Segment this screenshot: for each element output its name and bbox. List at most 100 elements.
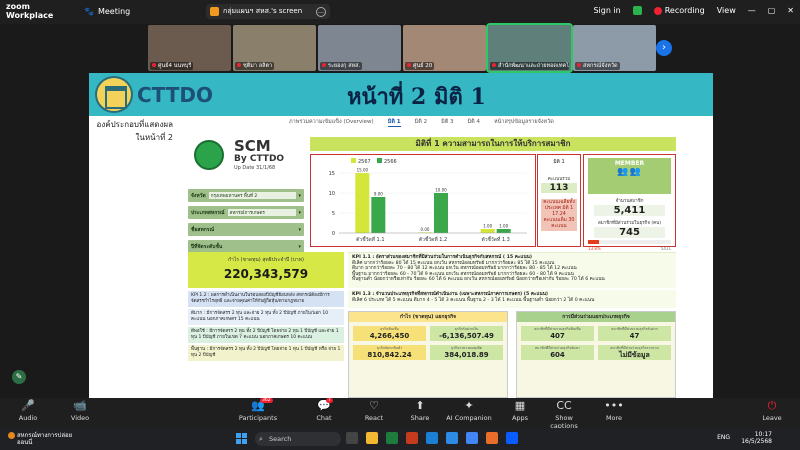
close-icon[interactable]: ✕ xyxy=(787,6,794,15)
participation-cell: สมาชิกที่มีส่วนร่วมธุรกิจรวบรวม ไม่มีข้อม… xyxy=(598,345,671,360)
kpi-average-label: คะแนนเฉลี่ยทั้งประเทศ มิติ 1 xyxy=(543,200,575,211)
weather-line-2: ออนนี่ xyxy=(17,439,33,446)
participant-tile[interactable]: ระยองกุ สหส. xyxy=(318,25,401,71)
participation-cell: สมาชิกที่มีส่วนร่วมธุรกิจจัดหา 604 xyxy=(521,345,594,360)
dashboard-tab[interactable]: มิติ 4 xyxy=(468,118,480,127)
shield-icon[interactable] xyxy=(632,6,642,15)
minimize-icon[interactable]: — xyxy=(748,6,756,15)
store-icon[interactable] xyxy=(446,432,458,444)
dashboard-tab[interactable]: มิติ 1 xyxy=(387,118,401,127)
audio-button[interactable]: 🎤 Audio xyxy=(8,398,48,428)
apps-button[interactable]: ▦ Apps xyxy=(500,398,540,428)
kpi-1-2-item: ดีพอใช้ : มีการจัดสรร 2 ทุน ทั้ง 2 ปีบัญ… xyxy=(188,327,344,343)
dashboard-tabs: ภาพรวมความเข้มแข็ง (Overview) มิติ 1 มิติ … xyxy=(289,118,554,127)
dashboard-tab[interactable]: ภาพรวมความเข้มแข็ง (Overview) xyxy=(289,118,374,127)
bar-value-label: 10.00 xyxy=(435,188,447,193)
share-source-pill[interactable]: กลุ่มแผนฯ สหส.'s screen … xyxy=(206,4,330,19)
more-button[interactable]: ••• More xyxy=(594,398,634,428)
kpi-1-1-panel: KPI 1.1 : อัตราส่วนของสมาชิกที่มีส่วนร่ว… xyxy=(348,252,676,288)
toolbar-label: Share xyxy=(410,414,430,422)
participant-name: ศูนย์4 นนทบุรี xyxy=(150,62,194,70)
task-view-icon[interactable] xyxy=(346,432,358,444)
taskbar-apps xyxy=(346,432,518,444)
filter-province[interactable]: จังหวัด กรุงเทพมหานคร พื้นที่ 2 ▾ xyxy=(188,189,304,202)
annotate-icon[interactable]: ✎ xyxy=(12,370,26,384)
member-percent: 13.8% xyxy=(588,246,601,251)
bar-2567 xyxy=(355,173,370,233)
filter-coop-type[interactable]: ประเภทสหกรณ์ สหกรณ์การเกษตร ▾ xyxy=(188,206,304,219)
dashboard-tab[interactable]: หน้าสรุปข้อมูลรายจังหวัด xyxy=(494,118,554,127)
chrome-icon[interactable] xyxy=(466,432,478,444)
zoom-taskbar-icon[interactable] xyxy=(506,432,518,444)
video-button[interactable]: 📹 Video xyxy=(60,398,100,428)
bar-value-label: 9.00 xyxy=(374,192,383,197)
zoom-logo: zoom Workplace xyxy=(6,2,53,20)
system-clock[interactable]: 10:17 16/5/2568 xyxy=(741,431,772,445)
x-tick-label: ตัวชี้วัดที่ 1.3 xyxy=(481,234,509,243)
participant-tile[interactable]: ศูนย์4 นนทบุรี xyxy=(148,25,231,71)
more-options-icon[interactable]: … xyxy=(316,6,326,17)
participant-name-text: ศูนย์ 20 xyxy=(413,63,433,69)
scm-header: SCM By CTTDO Up Date 31/1/68 xyxy=(190,137,304,177)
recording-indicator[interactable]: Recording xyxy=(653,6,705,15)
language-indicator[interactable]: ENG xyxy=(717,434,730,441)
excel-icon[interactable] xyxy=(386,432,398,444)
meeting-menu[interactable]: 🐾 Meeting xyxy=(84,7,130,16)
maximize-icon[interactable]: ▢ xyxy=(768,6,776,15)
participant-tile[interactable]: สำนักพัฒนาและถ่ายทอดเทคโนฯ xyxy=(486,23,573,73)
filter-coop-name[interactable]: ชื่อสหกรณ์ ▾ xyxy=(188,223,304,236)
filter-label: จังหวัด xyxy=(191,192,206,199)
chat-button[interactable]: 💬 7 Chat xyxy=(304,398,344,428)
x-tick-label: ตัวชี้วัดที่ 1.1 xyxy=(356,234,384,243)
cttdo-brand: CTTDO xyxy=(137,83,214,107)
share-source-label: กลุ่มแผนฯ สหส.'s screen xyxy=(223,7,303,15)
kpi-score-label: คะแนนรวม xyxy=(547,177,571,182)
cell-value: 384,018.89 xyxy=(444,351,489,359)
taskbar-search[interactable]: Search xyxy=(255,432,341,446)
weather-widget[interactable]: สหกรณ์ทางการปล่อย ออนนี่ xyxy=(8,432,72,446)
member-total-value: 5,411 xyxy=(594,205,665,216)
bar-2566 xyxy=(434,193,448,233)
member-active-value: 745 xyxy=(594,227,665,238)
filter-label: ประเภทสหกรณ์ xyxy=(191,209,225,216)
participants-button[interactable]: 👥 362 Participants xyxy=(238,398,278,428)
audio-icon: 🎤 xyxy=(21,399,35,412)
show-captions-button[interactable]: CC Show captions xyxy=(544,398,584,430)
kpi-label: มิติ 1 xyxy=(553,159,565,165)
count-badge: 362 xyxy=(260,398,273,403)
cttdo-logo-icon xyxy=(95,76,133,113)
bar-2567 xyxy=(480,229,495,233)
mic-muted-icon xyxy=(492,63,496,67)
kpi-score-value: 113 xyxy=(541,183,577,193)
edge-icon[interactable] xyxy=(426,432,438,444)
member-active-label: สมาชิกที่มีส่วนร่วมในธุรกิจ (คน) xyxy=(597,221,662,226)
react-button[interactable]: ♡ React xyxy=(354,398,394,428)
next-page-button[interactable]: › xyxy=(656,40,672,56)
file-explorer-icon[interactable] xyxy=(366,432,378,444)
participant-name: สหกรณ์จังหวัด xyxy=(575,62,620,70)
sign-in-link[interactable]: Sign in xyxy=(593,6,620,15)
dashboard-tab[interactable]: มิติ 3 xyxy=(441,118,453,127)
ai-companion-button[interactable]: ✦ AI Companion xyxy=(444,398,494,428)
participant-tile[interactable]: ชุติมา ลลิตา xyxy=(233,25,316,71)
toolbar-label: More xyxy=(605,414,623,422)
kpi-1-3-panel: KPI 1.3 : จำนวนประเภทธุรกิจที่สหกรณ์ดำเน… xyxy=(348,290,676,308)
participant-tile[interactable]: สหกรณ์จังหวัด xyxy=(573,25,656,71)
kpi-1-2-item: ดีมาก : มีการจัดสรร 2 ทุน และจ่าย 2 ทุน … xyxy=(188,309,344,325)
member-progress xyxy=(588,240,671,244)
leave-button[interactable]: ⏻ Leave xyxy=(752,398,792,428)
participant-tile[interactable]: ศูนย์ 20 xyxy=(403,25,486,71)
office-icon[interactable] xyxy=(406,432,418,444)
windows-start-icon[interactable] xyxy=(236,433,248,445)
share-button[interactable]: ⬆ Share xyxy=(400,398,440,428)
filter-label: ปีที่จัดระดับชั้น xyxy=(191,243,223,250)
count-badge: 7 xyxy=(326,398,333,403)
view-menu[interactable]: View xyxy=(717,6,736,15)
filter-value: กรุงเทพมหานคร พื้นที่ 2 xyxy=(208,192,297,199)
dashboard-tab[interactable]: มิติ 2 xyxy=(415,118,427,127)
zoom-title-bar: zoom Workplace 🐾 Meeting กลุ่มแผนฯ สหส.'… xyxy=(0,0,800,24)
mic-muted-icon xyxy=(237,63,241,67)
show-captions-icon: CC xyxy=(556,399,572,412)
toolbar-label: Participants xyxy=(238,414,278,422)
firefox-icon[interactable] xyxy=(486,432,498,444)
